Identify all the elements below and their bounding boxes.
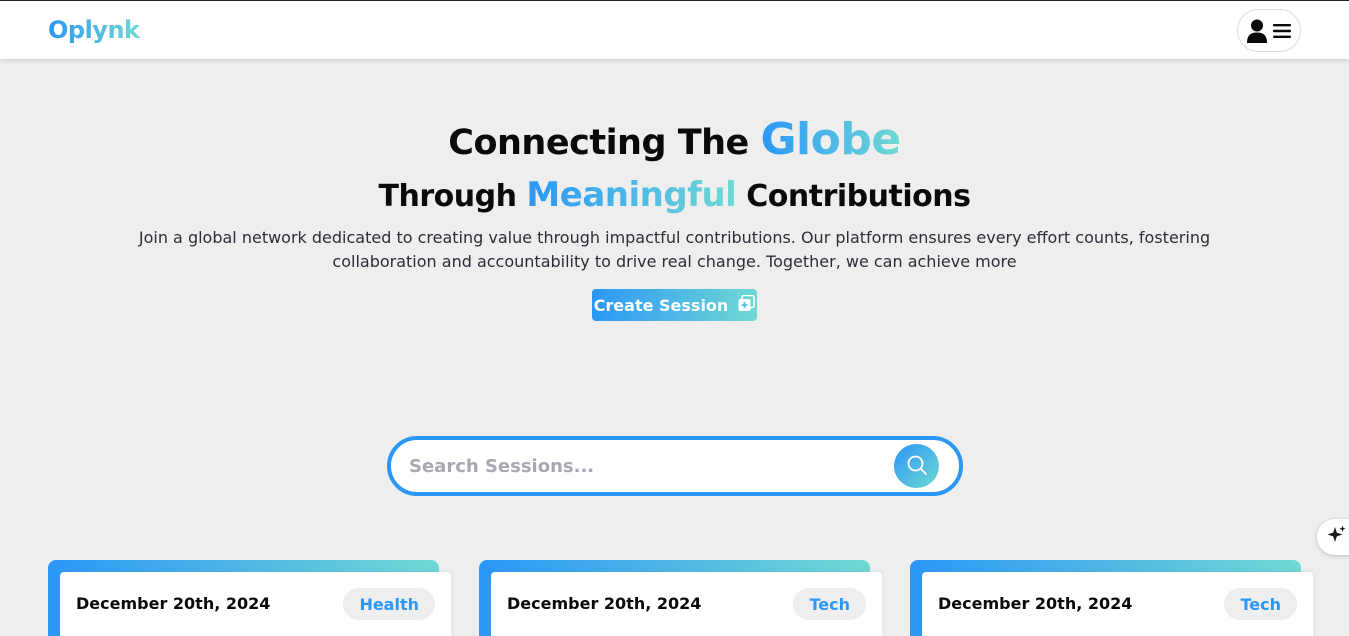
- create-session-button[interactable]: Create Session: [592, 289, 757, 321]
- top-navbar: Oplynk: [0, 0, 1349, 59]
- hero-description: Join a global network dedicated to creat…: [138, 228, 1211, 271]
- session-card[interactable]: December 20th, 2024 Health: [48, 560, 451, 636]
- search-input[interactable]: [409, 450, 879, 482]
- hero-subtitle-suffix: Contributions: [746, 179, 971, 214]
- session-card-body: December 20th, 2024 Health: [60, 572, 451, 636]
- hero-title-highlight: Globe: [760, 114, 901, 165]
- ai-assistant-button[interactable]: [1317, 519, 1349, 555]
- search-button[interactable]: [894, 444, 939, 488]
- search-bar: [387, 436, 963, 496]
- brand-logo[interactable]: Oplynk: [48, 16, 140, 44]
- hero-subtitle-prefix: Through: [378, 179, 517, 214]
- search-icon: [906, 454, 928, 479]
- session-date: December 20th, 2024: [76, 594, 271, 613]
- session-category-badge[interactable]: Health: [343, 588, 435, 620]
- session-category-badge[interactable]: Tech: [793, 588, 866, 620]
- session-date: December 20th, 2024: [507, 594, 702, 613]
- session-category-badge[interactable]: Tech: [1224, 588, 1297, 620]
- session-card-body: December 20th, 2024 Tech: [491, 572, 882, 636]
- session-card-body: December 20th, 2024 Tech: [922, 572, 1313, 636]
- user-icon: [1247, 19, 1267, 43]
- user-menu-button[interactable]: [1237, 9, 1301, 52]
- hero-title-prefix: Connecting The: [448, 123, 749, 163]
- create-session-label: Create Session: [593, 295, 729, 315]
- session-date: December 20th, 2024: [938, 594, 1133, 613]
- sparkle-icon: [1327, 525, 1347, 549]
- page: Oplynk Connecting The Globe Through Mean…: [0, 0, 1349, 636]
- hero-title-line-1: Connecting The Globe: [0, 114, 1349, 165]
- hamburger-menu-icon: [1273, 23, 1291, 38]
- add-copy-icon: [738, 294, 756, 316]
- hero-title-line-2: Through Meaningful Contributions: [0, 175, 1349, 215]
- session-card[interactable]: December 20th, 2024 Tech: [479, 560, 882, 636]
- hero-subtitle-highlight: Meaningful: [526, 175, 737, 215]
- session-card[interactable]: December 20th, 2024 Tech: [910, 560, 1313, 636]
